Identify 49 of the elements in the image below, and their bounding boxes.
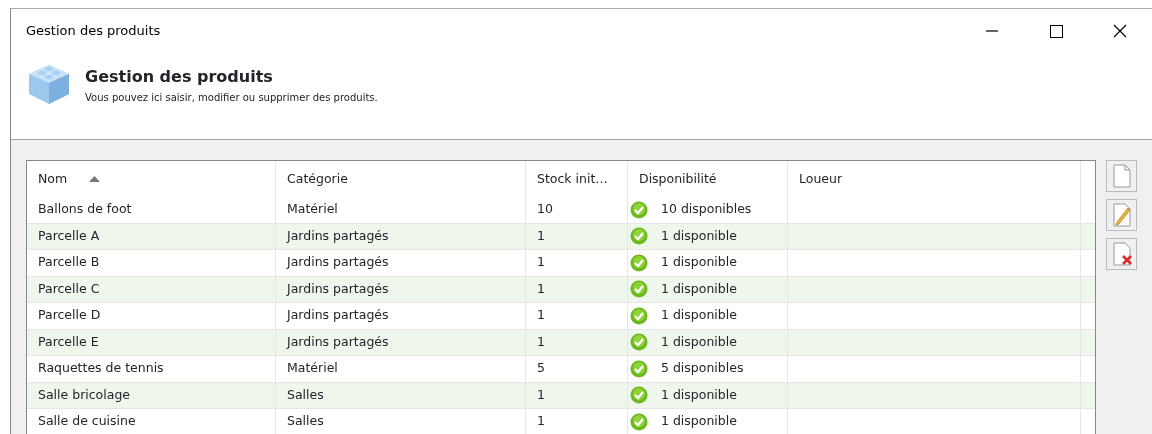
table-cell: Jardins partagés [276, 250, 526, 276]
table-cell: Parcelle A [27, 223, 276, 249]
availability-text: 10 disponibles [661, 200, 752, 219]
header-title: Gestion des produits [85, 67, 274, 87]
table-cell: Matériel [276, 197, 526, 223]
table-cell: Salles [276, 382, 526, 408]
table-cell: Raquettes de tennis [27, 356, 276, 382]
availability-text: 1 disponible [661, 385, 737, 404]
availability-text: 1 disponible [661, 226, 737, 245]
table-cell: 1 [526, 250, 628, 276]
column-header[interactable]: Nom [27, 161, 276, 197]
table-cell: Matériel [276, 356, 526, 382]
table-cell: 1 [526, 276, 628, 302]
header-subtitle: Vous pouvez ici saisir, modifier ou supprimer des produits. [85, 91, 378, 106]
availability-text: 1 disponible [661, 412, 737, 431]
column-header[interactable]: Catégorie [276, 161, 526, 197]
availability-text: 1 disponible [661, 279, 737, 298]
table-cell: 1 [526, 382, 628, 408]
table-cell: Jardins partagés [276, 223, 526, 249]
cube-icon [27, 63, 71, 105]
table-cell: Salle bricolage [27, 382, 276, 408]
availability-text: 1 disponible [661, 306, 737, 325]
table-cell: 1 [526, 329, 628, 355]
table-cell: 1 [526, 409, 628, 434]
table-cell: Parcelle B [27, 250, 276, 276]
window-title: Gestion des produits [26, 22, 161, 41]
table-cell: Jardins partagés [276, 303, 526, 329]
column-header[interactable]: Stock init… [526, 161, 628, 197]
availability-text: 1 disponible [661, 253, 737, 272]
table-cell: Parcelle D [27, 303, 276, 329]
table-cell: Ballons de foot [27, 197, 276, 223]
table-cell: Parcelle C [27, 276, 276, 302]
table-cell: Salle de cuisine [27, 409, 276, 434]
column-header[interactable]: Loueur [788, 161, 1081, 197]
table-cell: Salles [276, 409, 526, 434]
table-cell: Parcelle E [27, 329, 276, 355]
availability-text: 5 disponibles [661, 359, 744, 378]
table-cell: 5 [526, 356, 628, 382]
edit-button[interactable] [1106, 199, 1137, 231]
table-cell: 1 [526, 303, 628, 329]
close-icon[interactable] [1113, 24, 1127, 38]
table-cell: 1 [526, 223, 628, 249]
column-header[interactable]: Disponibilité [628, 161, 788, 197]
availability-text: 1 disponible [661, 332, 737, 351]
delete-button[interactable] [1106, 238, 1137, 270]
table-cell: Jardins partagés [276, 276, 526, 302]
table-cell: 10 [526, 197, 628, 223]
maximize-icon[interactable] [1049, 24, 1063, 38]
table-cell: Jardins partagés [276, 329, 526, 355]
